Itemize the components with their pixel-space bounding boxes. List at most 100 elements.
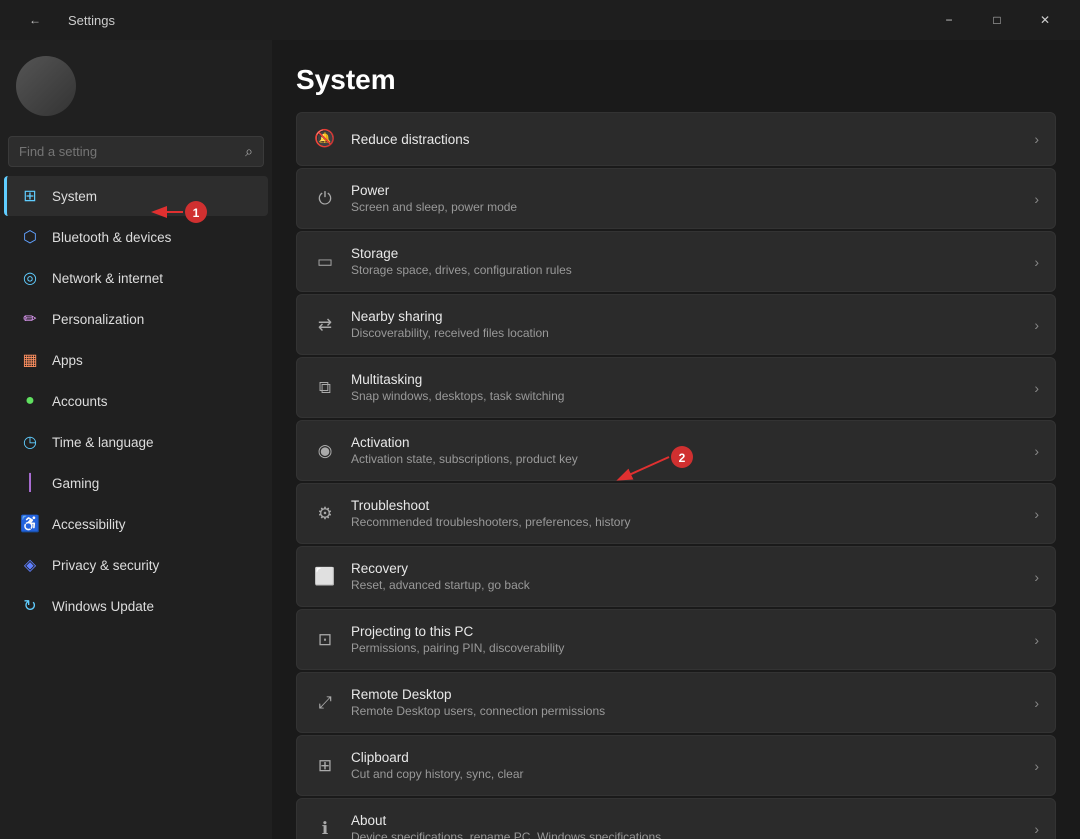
avatar (16, 56, 76, 116)
sidebar: ⌕ ⊞ System ⬡ Bluetooth & devices ◎ Netwo… (0, 40, 272, 839)
sidebar-item-gaming[interactable]: ⎮ Gaming (4, 463, 268, 503)
remote-desktop-chevron: › (1034, 695, 1039, 711)
settings-item-nearby-sharing[interactable]: ⇄ Nearby sharing Discoverability, receiv… (296, 294, 1056, 355)
sidebar-item-apps[interactable]: ▦ Apps (4, 340, 268, 380)
remote-desktop-text: Remote Desktop Remote Desktop users, con… (351, 687, 1020, 718)
settings-item-recovery[interactable]: ⬜ Recovery Reset, advanced startup, go b… (296, 546, 1056, 607)
activation-text: Activation Activation state, subscriptio… (351, 435, 1020, 466)
clipboard-icon: ⊞ (313, 754, 337, 778)
accessibility-icon: ♿ (20, 514, 40, 534)
sidebar-item-label-apps: Apps (52, 353, 83, 368)
sidebar-item-label-update: Windows Update (52, 599, 154, 614)
sidebar-item-bluetooth[interactable]: ⬡ Bluetooth & devices (4, 217, 268, 257)
clipboard-text: Clipboard Cut and copy history, sync, cl… (351, 750, 1020, 781)
power-chevron: › (1034, 191, 1039, 207)
sidebar-item-network[interactable]: ◎ Network & internet (4, 258, 268, 298)
sidebar-item-label-bluetooth: Bluetooth & devices (52, 230, 171, 245)
reduce-distractions-title: Reduce distractions (351, 132, 1020, 147)
projecting-title: Projecting to this PC (351, 624, 1020, 639)
settings-item-reduce-distractions[interactable]: 🔕 Reduce distractions › (296, 112, 1056, 166)
settings-item-multitasking[interactable]: ⧉ Multitasking Snap windows, desktops, t… (296, 357, 1056, 418)
remote-desktop-desc: Remote Desktop users, connection permiss… (351, 704, 1020, 718)
titlebar-left: ← Settings (12, 4, 115, 36)
troubleshoot-icon: ⚙ (313, 502, 337, 526)
sidebar-item-accessibility[interactable]: ♿ Accessibility (4, 504, 268, 544)
sidebar-item-accounts[interactable]: ● Accounts (4, 381, 268, 421)
main-content: System 🔕 Reduce distractions › ⏻ Power S… (272, 40, 1080, 839)
maximize-button[interactable]: □ (974, 4, 1020, 36)
power-icon: ⏻ (313, 187, 337, 211)
nearby-sharing-title: Nearby sharing (351, 309, 1020, 324)
remote-desktop-icon: ⤢ (313, 691, 337, 715)
page-title: System (296, 40, 1056, 112)
recovery-desc: Reset, advanced startup, go back (351, 578, 1020, 592)
projecting-icon: ⊡ (313, 628, 337, 652)
recovery-text: Recovery Reset, advanced startup, go bac… (351, 561, 1020, 592)
sidebar-item-system[interactable]: ⊞ System (4, 176, 268, 216)
bluetooth-icon: ⬡ (20, 227, 40, 247)
sidebar-item-label-network: Network & internet (52, 271, 163, 286)
multitasking-chevron: › (1034, 380, 1039, 396)
activation-chevron: › (1034, 443, 1039, 459)
sidebar-item-label-time: Time & language (52, 435, 154, 450)
nearby-sharing-desc: Discoverability, received files location (351, 326, 1020, 340)
sidebar-item-label-accessibility: Accessibility (52, 517, 126, 532)
settings-item-storage[interactable]: ▭ Storage Storage space, drives, configu… (296, 231, 1056, 292)
update-icon: ↻ (20, 596, 40, 616)
recovery-title: Recovery (351, 561, 1020, 576)
projecting-chevron: › (1034, 632, 1039, 648)
personalization-icon: ✏ (20, 309, 40, 329)
recovery-icon: ⬜ (313, 565, 337, 589)
minimize-button[interactable]: − (926, 4, 972, 36)
about-icon: ℹ (313, 817, 337, 839)
network-icon: ◎ (20, 268, 40, 288)
titlebar-title: Settings (68, 13, 115, 28)
troubleshoot-title: Troubleshoot (351, 498, 1020, 513)
multitasking-title: Multitasking (351, 372, 1020, 387)
sidebar-item-privacy[interactable]: ◈ Privacy & security (4, 545, 268, 585)
settings-item-about[interactable]: ℹ About Device specifications, rename PC… (296, 798, 1056, 839)
app-body: ⌕ ⊞ System ⬡ Bluetooth & devices ◎ Netwo… (0, 40, 1080, 839)
sidebar-item-personalization[interactable]: ✏ Personalization (4, 299, 268, 339)
sidebar-item-update[interactable]: ↻ Windows Update (4, 586, 268, 626)
about-title: About (351, 813, 1020, 828)
settings-item-clipboard[interactable]: ⊞ Clipboard Cut and copy history, sync, … (296, 735, 1056, 796)
clipboard-desc: Cut and copy history, sync, clear (351, 767, 1020, 781)
activation-desc: Activation state, subscriptions, product… (351, 452, 1020, 466)
activation-title: Activation (351, 435, 1020, 450)
search-box[interactable]: ⌕ (8, 136, 264, 167)
activation-icon: ◉ (313, 439, 337, 463)
reduce-distractions-chevron: › (1034, 131, 1039, 147)
reduce-distractions-text: Reduce distractions (351, 132, 1020, 147)
settings-item-activation[interactable]: ◉ Activation Activation state, subscript… (296, 420, 1056, 481)
settings-list: 🔕 Reduce distractions › ⏻ Power Screen a… (296, 112, 1056, 839)
back-button[interactable]: ← (12, 4, 58, 36)
settings-item-projecting[interactable]: ⊡ Projecting to this PC Permissions, pai… (296, 609, 1056, 670)
sidebar-header (0, 40, 272, 128)
apps-icon: ▦ (20, 350, 40, 370)
sidebar-item-label-accounts: Accounts (52, 394, 108, 409)
sidebar-item-label-system: System (52, 189, 97, 204)
projecting-desc: Permissions, pairing PIN, discoverabilit… (351, 641, 1020, 655)
storage-desc: Storage space, drives, configuration rul… (351, 263, 1020, 277)
remote-desktop-title: Remote Desktop (351, 687, 1020, 702)
projecting-text: Projecting to this PC Permissions, pairi… (351, 624, 1020, 655)
storage-title: Storage (351, 246, 1020, 261)
about-text: About Device specifications, rename PC, … (351, 813, 1020, 839)
power-title: Power (351, 183, 1020, 198)
search-input[interactable] (19, 144, 237, 159)
search-icon: ⌕ (245, 143, 253, 160)
sidebar-item-label-privacy: Privacy & security (52, 558, 159, 573)
privacy-icon: ◈ (20, 555, 40, 575)
troubleshoot-desc: Recommended troubleshooters, preferences… (351, 515, 1020, 529)
close-button[interactable]: ✕ (1022, 4, 1068, 36)
sidebar-item-time[interactable]: ◷ Time & language (4, 422, 268, 462)
settings-item-power[interactable]: ⏻ Power Screen and sleep, power mode › (296, 168, 1056, 229)
gaming-icon: ⎮ (20, 473, 40, 493)
settings-item-remote-desktop[interactable]: ⤢ Remote Desktop Remote Desktop users, c… (296, 672, 1056, 733)
storage-text: Storage Storage space, drives, configura… (351, 246, 1020, 277)
power-desc: Screen and sleep, power mode (351, 200, 1020, 214)
titlebar-controls: − □ ✕ (926, 4, 1068, 36)
titlebar: ← Settings − □ ✕ (0, 0, 1080, 40)
settings-item-troubleshoot[interactable]: ⚙ Troubleshoot Recommended troubleshoote… (296, 483, 1056, 544)
